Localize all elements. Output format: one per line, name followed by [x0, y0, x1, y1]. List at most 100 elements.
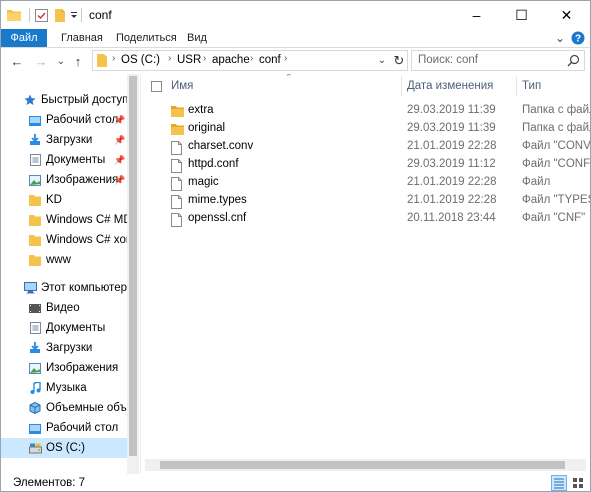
nav-item-music[interactable]: Музыка [1, 378, 127, 398]
nav-item-pc-desktop[interactable]: Рабочий стол [1, 418, 127, 438]
quick-access-dropdown-icon[interactable] [69, 6, 79, 24]
file-date: 21.01.2019 22:28 [407, 176, 497, 188]
select-all-checkbox[interactable] [151, 74, 165, 98]
pin-icon[interactable]: 📌 [114, 155, 125, 166]
nav-item-pc-pictures[interactable]: Изображения [1, 358, 127, 378]
nav-item-label: Документы [46, 154, 106, 166]
nav-quick-access[interactable]: Быстрый доступ [1, 90, 127, 110]
pin-icon[interactable]: 📌 [114, 175, 125, 186]
nav-item-downloads[interactable]: Загрузки 📌 [1, 130, 127, 150]
file-type: Файл "CNF" [522, 212, 586, 224]
pin-icon[interactable]: 📌 [114, 135, 125, 146]
nav-item-windows-md5[interactable]: Windows C# MD5 [1, 210, 127, 230]
column-divider[interactable] [516, 76, 517, 96]
sort-indicator-icon: ⌃ [285, 74, 293, 82]
cube-icon [28, 402, 42, 414]
file-row[interactable]: charset.conv 21.01.2019 22:28 Файл "CONV… [141, 139, 590, 157]
horizontal-scrollbar-thumb[interactable] [160, 461, 565, 469]
large-icons-view-button[interactable] [570, 475, 586, 491]
up-button[interactable]: ↑ [70, 52, 86, 70]
file-type: Папка с файлами [522, 122, 590, 134]
back-button[interactable]: ← [9, 52, 25, 70]
details-view-button[interactable] [551, 475, 567, 491]
nav-item-label: Загрузки [46, 342, 93, 354]
breadcrumb-drive[interactable]: OS (C:) [121, 54, 160, 66]
pictures-folder-icon [28, 174, 42, 186]
ribbon-collapse-icon[interactable]: ⌄ [553, 31, 567, 45]
item-count: Элементов: 7 [13, 477, 86, 489]
nav-item-desktop[interactable]: Рабочий стол 📌 [1, 110, 127, 130]
nav-item-pc-documents[interactable]: Документы [1, 318, 127, 338]
breadcrumb-separator-icon: › [250, 53, 254, 64]
breadcrumb-separator-icon: › [112, 53, 116, 64]
search-input[interactable]: Поиск: conf [411, 50, 585, 71]
address-dropdown-icon[interactable]: ⌄ [375, 52, 389, 69]
refresh-icon[interactable]: ↻ [392, 52, 406, 69]
pin-icon[interactable]: 📌 [114, 115, 125, 126]
nav-item-www[interactable]: www [1, 250, 127, 270]
nav-item-videos[interactable]: Видео [1, 298, 127, 318]
file-date: 21.01.2019 22:28 [407, 194, 497, 206]
file-icon [171, 177, 184, 191]
drive-icon [28, 442, 42, 454]
nav-item-label: Изображения [46, 174, 119, 186]
column-header-date[interactable]: Дата изменения [407, 74, 515, 98]
nav-item-pc-downloads[interactable]: Загрузки [1, 338, 127, 358]
maximize-button[interactable]: ☐ [499, 1, 544, 29]
file-date: 29.03.2019 11:39 [407, 104, 496, 116]
nav-item-kd[interactable]: KD [1, 190, 127, 210]
recent-locations-button[interactable]: ⌄ [53, 52, 69, 70]
tab-file[interactable]: Файл [1, 29, 47, 47]
nav-scrollbar-thumb[interactable] [129, 76, 137, 456]
breadcrumb-usr[interactable]: USR [177, 54, 201, 66]
search-placeholder: Поиск: conf [418, 54, 478, 66]
breadcrumb-separator-icon: › [203, 53, 207, 64]
nav-item-os-drive[interactable]: OS (C:) [1, 438, 127, 458]
file-row[interactable]: extra 29.03.2019 11:39 Папка с файлами [141, 103, 590, 121]
downloads-folder-icon [28, 134, 42, 146]
nav-this-pc[interactable]: Этот компьютер [1, 278, 127, 298]
status-bar: Элементов: 7 [1, 474, 590, 491]
properties-icon[interactable] [34, 6, 48, 24]
close-button[interactable]: ✕ [544, 1, 589, 29]
title-divider [81, 8, 82, 22]
file-type: Файл "CONF" [522, 158, 590, 170]
minimize-button[interactable]: – [454, 1, 499, 29]
file-row[interactable]: openssl.cnf 20.11.2018 23:44 Файл "CNF" [141, 211, 590, 229]
forward-button[interactable]: → [33, 52, 49, 70]
explorer-window: conf – ☐ ✕ Файл Главная Поделиться Вид ⌄… [0, 0, 591, 492]
tab-share[interactable]: Поделиться [116, 29, 177, 47]
column-header-type[interactable]: Тип [522, 74, 590, 98]
nav-item-windows-xor[interactable]: Windows C# xor [1, 230, 127, 250]
folder-icon [96, 54, 108, 70]
breadcrumb-apache[interactable]: apache [212, 54, 250, 66]
details-view-icon [554, 478, 564, 489]
nav-item-label: Видео [46, 302, 80, 314]
nav-item-3d-objects[interactable]: Объемные объекты [1, 398, 127, 418]
folder-icon [171, 123, 184, 137]
nav-item-documents[interactable]: Документы 📌 [1, 150, 127, 170]
column-divider[interactable] [401, 76, 402, 96]
file-icon [171, 159, 184, 173]
nav-item-label: Документы [46, 322, 106, 334]
file-icon [171, 195, 184, 209]
file-row[interactable]: mime.types 21.01.2019 22:28 Файл "TYPES" [141, 193, 590, 211]
file-name: mime.types [188, 194, 247, 206]
file-row[interactable]: original 29.03.2019 11:39 Папка с файлам… [141, 121, 590, 139]
large-icons-view-icon [573, 478, 583, 488]
new-folder-icon[interactable] [53, 6, 67, 24]
file-row[interactable]: httpd.conf 29.03.2019 11:12 Файл "CONF" [141, 157, 590, 175]
file-type: Файл "CONV" [522, 140, 590, 152]
title-bar: conf – ☐ ✕ [1, 1, 590, 29]
nav-scrollbar[interactable] [127, 74, 139, 474]
tab-view[interactable]: Вид [187, 29, 207, 47]
tab-home[interactable]: Главная [61, 29, 103, 47]
address-bar[interactable]: › OS (C:) › USR › apache › conf › ⌄ ↻ [92, 50, 408, 71]
file-date: 20.11.2018 23:44 [407, 212, 496, 224]
file-list-horizontal-scrollbar[interactable] [145, 459, 586, 471]
help-icon[interactable]: ? [571, 31, 585, 45]
file-row[interactable]: magic 21.01.2019 22:28 Файл [141, 175, 590, 193]
nav-item-label: Объемные объекты [46, 402, 127, 414]
nav-item-pictures[interactable]: Изображения 📌 [1, 170, 127, 190]
breadcrumb-conf[interactable]: conf [259, 54, 281, 66]
